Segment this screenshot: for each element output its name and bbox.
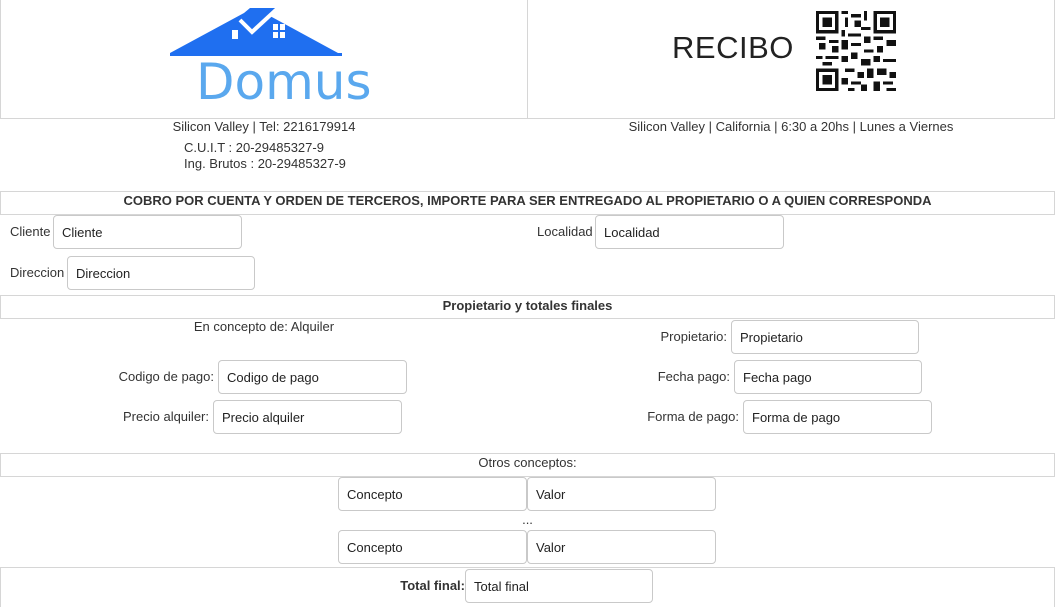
total-final-input[interactable] (465, 569, 653, 603)
qr-code-icon (816, 11, 896, 91)
owner-section-title: Propietario y totales finales (442, 298, 613, 313)
codigo-pago-label: Codigo de pago: (118, 369, 214, 384)
fecha-pago-input[interactable] (734, 360, 922, 394)
localidad-input[interactable] (595, 215, 784, 249)
company-location-phone: Silicon Valley | Tel: 2216179914 (172, 119, 356, 134)
document-title: RECIBO (672, 30, 794, 65)
brand-name: Domus (196, 53, 372, 111)
direccion-label: Direccion (10, 265, 65, 280)
valor-input[interactable] (527, 530, 716, 564)
direccion-input[interactable] (67, 256, 255, 290)
forma-pago-input[interactable] (743, 400, 932, 434)
banner-text: COBRO POR CUENTA Y ORDEN DE TERCEROS, IM… (123, 193, 932, 208)
propietario-input[interactable] (731, 320, 919, 354)
propietario-label: Propietario: (660, 329, 727, 344)
fecha-pago-label: Fecha pago: (657, 369, 730, 384)
codigo-pago-input[interactable] (218, 360, 407, 394)
company-ing-brutos: Ing. Brutos : 20-29485327-9 (184, 156, 346, 171)
logo: Domus (170, 8, 372, 113)
company-schedule: Silicon Valley | California | 6:30 a 20h… (628, 119, 954, 134)
cliente-label: Cliente (10, 224, 51, 239)
forma-pago-label: Forma de pago: (647, 409, 739, 424)
cliente-input[interactable] (53, 215, 242, 249)
concepto-input[interactable] (338, 477, 527, 511)
concept-text: En concepto de: Alquiler (193, 319, 335, 334)
localidad-label: Localidad (537, 224, 593, 239)
concepto-input[interactable] (338, 530, 527, 564)
precio-alquiler-input[interactable] (213, 400, 402, 434)
house-roof-icon (170, 8, 342, 56)
precio-alquiler-label: Precio alquiler: (123, 409, 209, 424)
company-cuit: C.U.I.T : 20-29485327-9 (184, 140, 324, 155)
valor-input[interactable] (527, 477, 716, 511)
total-label: Total final: (400, 578, 465, 593)
more-concepts-ellipsis: ... (522, 512, 533, 527)
other-concepts-title: Otros conceptos: (478, 455, 577, 470)
